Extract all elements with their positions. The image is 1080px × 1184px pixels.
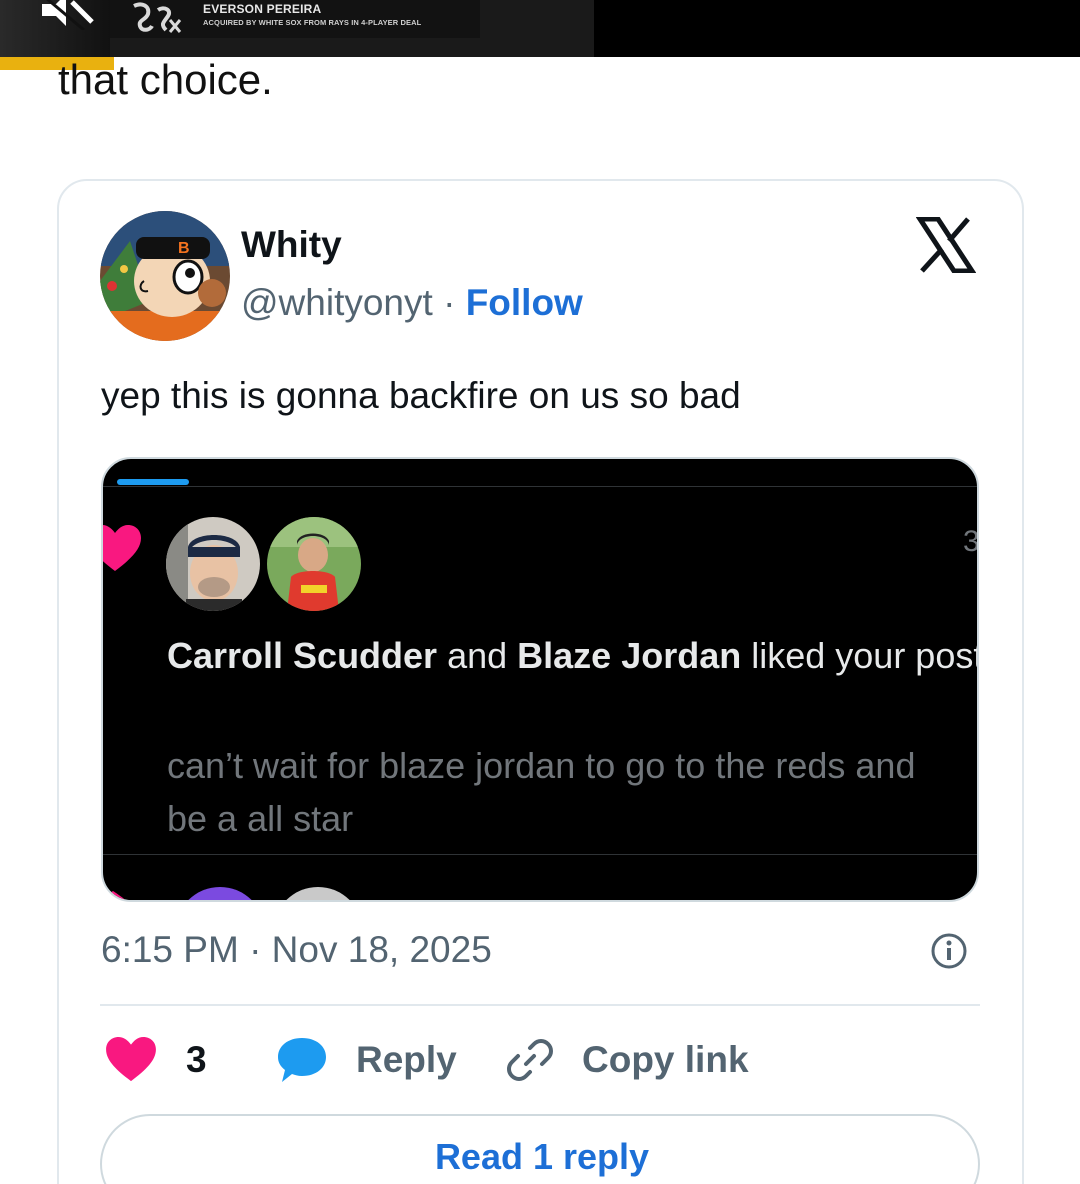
screenshot-side-count: 3 <box>963 525 979 558</box>
notification-rest: liked your post <box>741 635 979 676</box>
liker-name-2: Blaze Jordan <box>517 635 742 676</box>
quoted-post-line-2: be a all star <box>167 798 354 839</box>
author-handle-line: @whityonyt · Follow <box>241 282 583 324</box>
speech-bubble-icon <box>278 1038 326 1082</box>
tweet-timestamp[interactable]: 6:15 PM · Nov 18, 2025 <box>101 929 492 971</box>
article-text: that choice. <box>58 56 273 103</box>
copy-link-label: Copy link <box>582 1039 749 1080</box>
info-icon[interactable] <box>930 932 968 970</box>
liker-avatar-2 <box>267 517 361 611</box>
like-count: 3 <box>186 1039 207 1080</box>
link-icon <box>507 1039 553 1081</box>
svg-text:B: B <box>178 240 190 257</box>
follow-link[interactable]: Follow <box>466 282 583 323</box>
tweet-media-image[interactable]: 3 Carroll Scudder and Blaze Jordan liked… <box>101 457 979 902</box>
liker-avatar-peek-2 <box>273 887 363 900</box>
video-player[interactable]: EVERSON PEREIRA ACQUIRED BY WHITE SOX FR… <box>0 0 594 57</box>
author-handle[interactable]: @whityonyt <box>241 282 433 323</box>
screenshot-tab-indicator <box>117 479 189 485</box>
avatar-image: B <box>100 211 230 341</box>
read-replies-button[interactable]: Read 1 reply <box>100 1114 980 1184</box>
quoted-post-line-1: can’t wait for blaze jordan to go to the… <box>167 745 916 786</box>
speaker-muted-icon[interactable] <box>36 0 96 30</box>
handle-separator: · <box>432 282 466 323</box>
heart-icon <box>103 525 141 571</box>
notification-joiner: and <box>437 635 518 676</box>
white-sox-logo <box>133 2 182 33</box>
notification-text: Carroll Scudder and Blaze Jordan liked y… <box>167 629 979 682</box>
video-banner[interactable]: EVERSON PEREIRA ACQUIRED BY WHITE SOX FR… <box>0 0 1080 57</box>
reply-label: Reply <box>356 1039 457 1080</box>
copy-link-button[interactable]: Copy link <box>506 1036 749 1084</box>
author-name[interactable]: Whity <box>241 224 342 266</box>
screenshot-divider <box>103 854 977 855</box>
like-button[interactable]: 3 <box>106 1036 207 1084</box>
actions-divider <box>100 1004 980 1006</box>
player-subtitle: ACQUIRED BY WHITE SOX FROM RAYS IN 4-PLA… <box>203 18 422 27</box>
liker-avatar-peek-1 <box>175 887 265 900</box>
read-replies-label: Read 1 reply <box>434 1136 650 1177</box>
player-name: EVERSON PEREIRA <box>203 2 322 16</box>
avatar[interactable]: B <box>100 211 230 341</box>
x-logo-icon[interactable] <box>916 217 976 273</box>
tweet-text: yep this is gonna backfire on us so bad <box>101 375 741 416</box>
heart-icon <box>106 1037 156 1082</box>
reply-button[interactable]: Reply <box>276 1036 457 1084</box>
liker-avatar-1 <box>166 517 260 611</box>
screenshot-tab-bar <box>103 459 977 487</box>
liker-name-1: Carroll Scudder <box>167 635 438 676</box>
quoted-post-text: can’t wait for blaze jordan to go to the… <box>167 739 977 845</box>
